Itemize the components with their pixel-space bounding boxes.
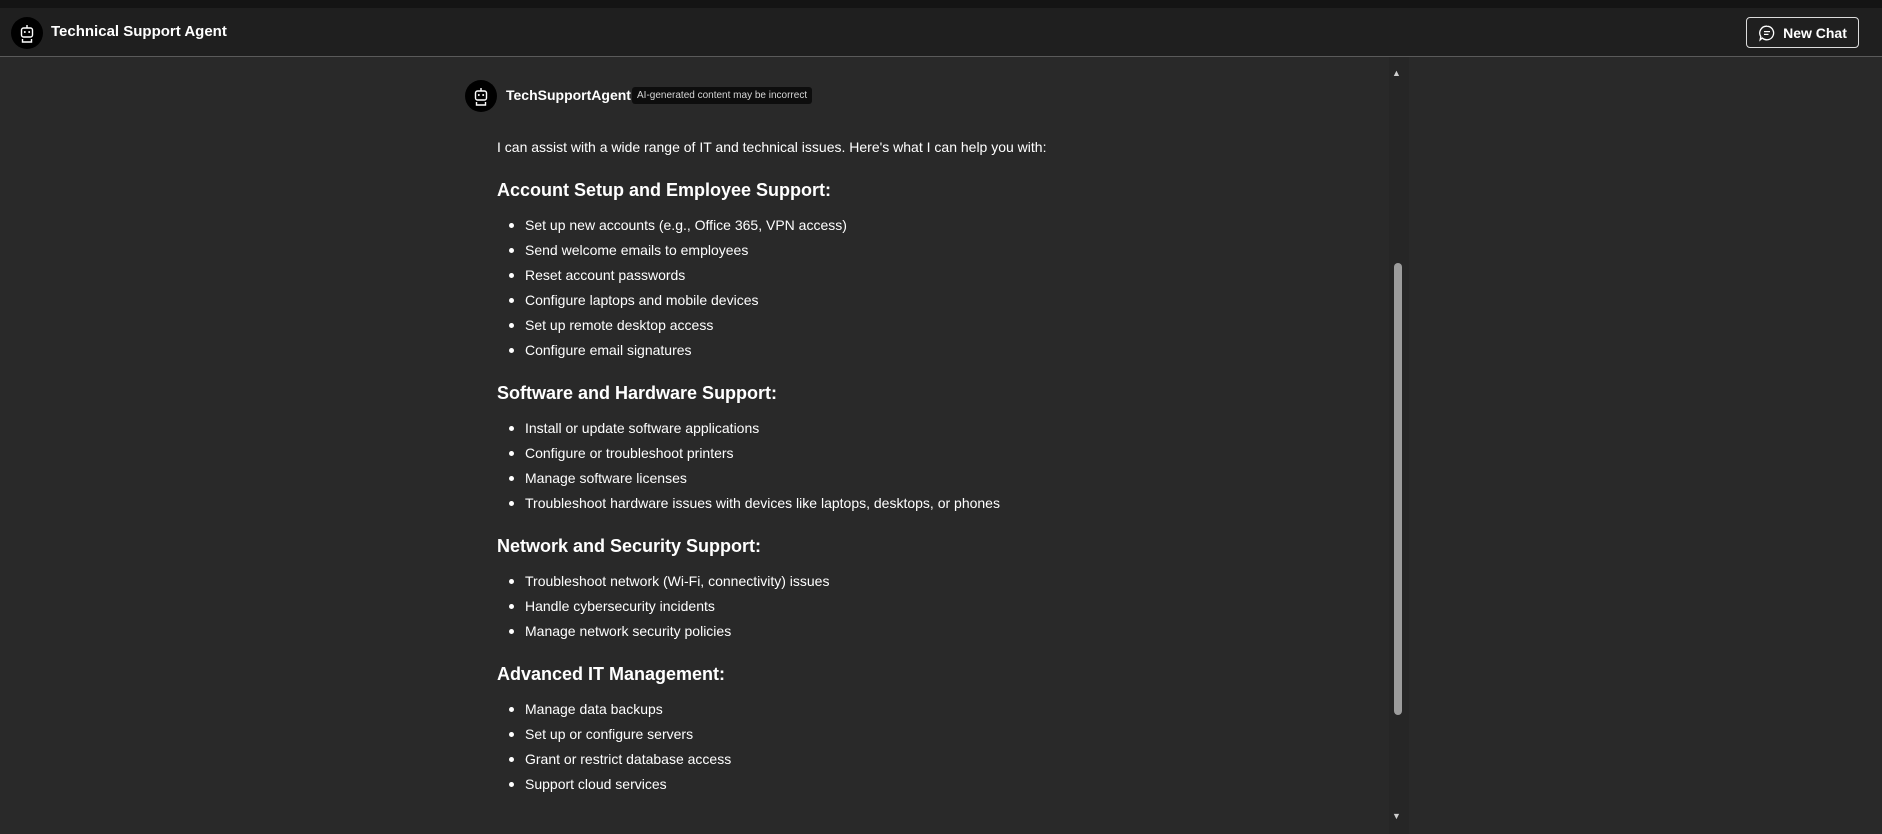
list-item: Configure or troubleshoot printers xyxy=(497,444,1377,462)
agent-avatar xyxy=(11,17,43,49)
list-item: Set up new accounts (e.g., Office 365, V… xyxy=(497,216,1377,234)
app-title: Technical Support Agent xyxy=(51,23,227,40)
robot-icon xyxy=(20,25,34,43)
app-window: Technical Support Agent New Chat TechSup… xyxy=(0,0,1882,834)
list-item: Manage data backups xyxy=(497,700,1377,718)
section-heading-network-security: Network and Security Support: xyxy=(497,536,762,556)
list-item: Set up or configure servers xyxy=(497,725,1377,743)
new-chat-label: New Chat xyxy=(1783,24,1847,41)
triangle-up-icon[interactable]: ▲ xyxy=(1392,68,1401,78)
list-item: Install or update software applications xyxy=(497,419,1377,437)
message-sender-name: TechSupportAgent xyxy=(506,87,631,103)
header-bar: Technical Support Agent New Chat xyxy=(0,8,1882,57)
list-item: Send welcome emails to employees xyxy=(497,241,1377,259)
list-item: Handle cybersecurity incidents xyxy=(497,597,1377,615)
chat-pane: TechSupportAgent AI-generated content ma… xyxy=(0,57,1882,834)
list-item: Set up remote desktop access xyxy=(497,316,1377,334)
chat-bubble-icon xyxy=(1759,25,1775,42)
section-heading-advanced-it: Advanced IT Management: xyxy=(497,664,726,684)
scrollbar-thumb[interactable] xyxy=(1394,263,1402,715)
list-item: Reset account passwords xyxy=(497,266,1377,284)
list-item: Troubleshoot hardware issues with device… xyxy=(497,494,1377,512)
section-heading-account-setup: Account Setup and Employee Support: xyxy=(497,180,832,200)
software-hardware-list: Install or update software applications … xyxy=(497,419,1377,512)
ai-disclaimer-badge: AI-generated content may be incorrect xyxy=(632,87,813,104)
list-item: Manage software licenses xyxy=(497,469,1377,487)
message-body: I can assist with a wide range of IT and… xyxy=(497,137,1377,800)
window-top-strip xyxy=(0,0,1882,8)
section-heading-software-hardware: Software and Hardware Support: xyxy=(497,383,778,403)
network-security-list: Troubleshoot network (Wi-Fi, connectivit… xyxy=(497,572,1377,640)
list-item: Support cloud services xyxy=(497,775,1377,793)
list-item: Configure email signatures xyxy=(497,341,1377,359)
list-item: Grant or restrict database access xyxy=(497,750,1377,768)
account-setup-list: Set up new accounts (e.g., Office 365, V… xyxy=(497,216,1377,359)
robot-icon xyxy=(474,88,488,106)
list-item: Manage network security policies xyxy=(497,622,1377,640)
advanced-it-list: Manage data backups Set up or configure … xyxy=(497,700,1377,793)
message-intro: I can assist with a wide range of IT and… xyxy=(497,139,1047,155)
triangle-down-icon[interactable]: ▼ xyxy=(1392,811,1401,821)
message-avatar xyxy=(465,80,497,112)
list-item: Troubleshoot network (Wi-Fi, connectivit… xyxy=(497,572,1377,590)
new-chat-button[interactable]: New Chat xyxy=(1746,17,1859,48)
list-item: Configure laptops and mobile devices xyxy=(497,291,1377,309)
